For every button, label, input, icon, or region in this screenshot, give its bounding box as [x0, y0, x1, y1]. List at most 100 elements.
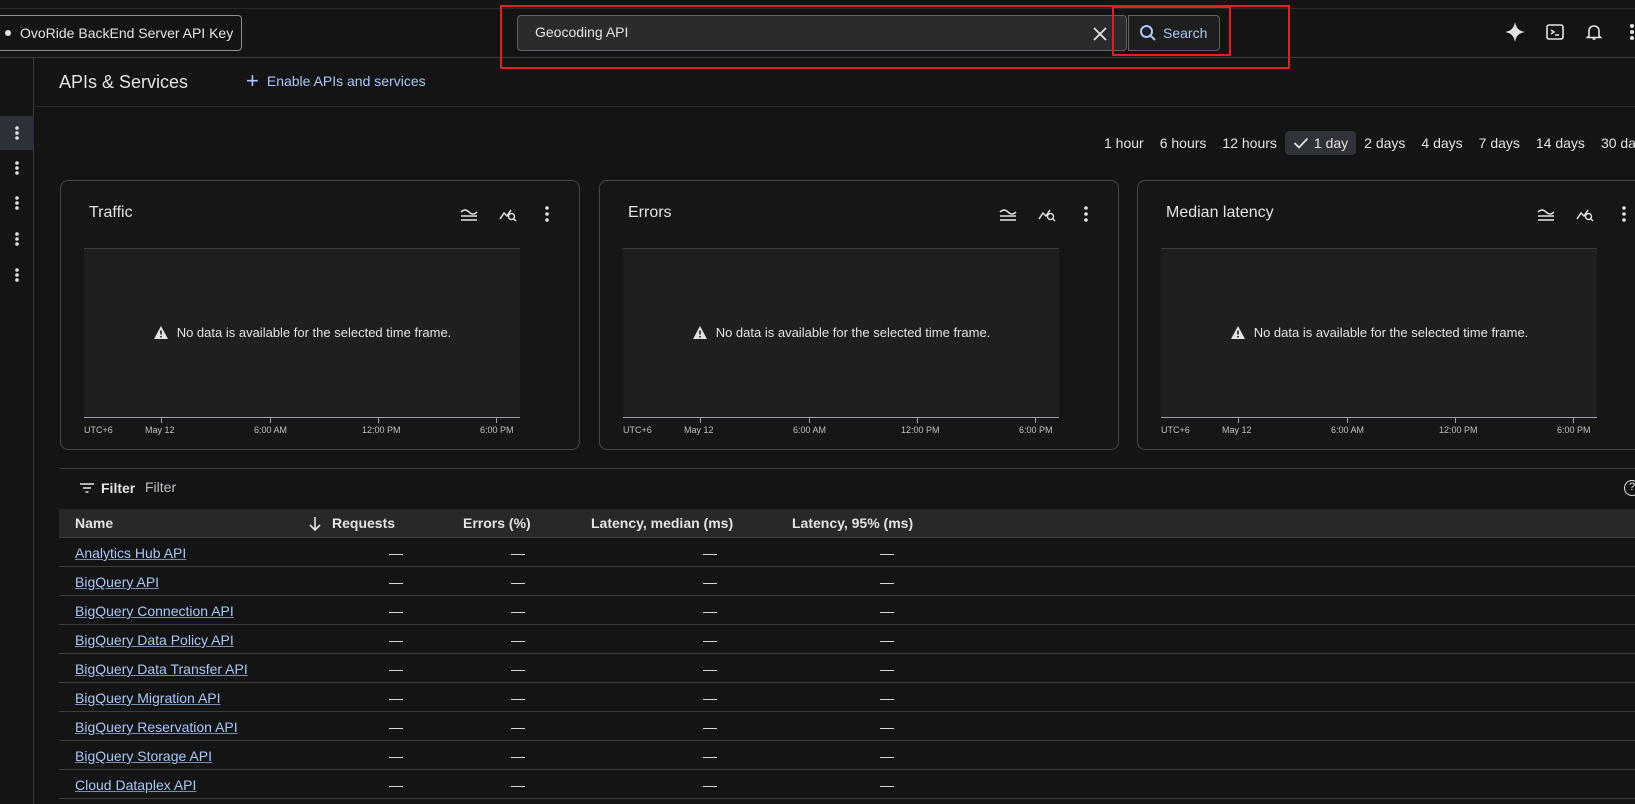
axis-label: 12:00 PM — [362, 425, 401, 435]
api-name-text[interactable]: BigQuery Data Policy API — [75, 632, 234, 648]
api-name-text[interactable]: BigQuery Reservation API — [75, 719, 238, 735]
range-14-days[interactable]: 14 days — [1528, 131, 1593, 155]
more-vert-icon[interactable] — [1613, 203, 1635, 225]
errors-value: — — [511, 632, 525, 648]
api-table: Name Requests Errors (%) Latency, median… — [59, 509, 1635, 799]
chart-plot-area: No data is available for the selected ti… — [623, 248, 1059, 418]
api-name-text[interactable]: Cloud Dataplex API — [75, 777, 196, 793]
filter-input[interactable]: Filter — [145, 479, 176, 495]
no-data-message: No data is available for the selected ti… — [623, 325, 1059, 340]
errors-value: — — [511, 777, 525, 793]
latency-95-value: — — [880, 777, 894, 793]
range-12-hours[interactable]: 12 hours — [1214, 131, 1284, 155]
more-vert-icon[interactable] — [536, 203, 558, 225]
axis-label: 6:00 AM — [1331, 425, 1365, 435]
table-row: BigQuery Data Policy API — — — — — [59, 625, 1635, 654]
errors-value: — — [511, 574, 525, 590]
more-vert-icon — [15, 126, 19, 140]
rail-item-3[interactable] — [0, 186, 34, 220]
arrow-down-icon[interactable] — [308, 516, 322, 532]
col-name[interactable]: Name — [75, 515, 113, 531]
api-name-text[interactable]: BigQuery Migration API — [75, 690, 221, 706]
requests-value: — — [389, 632, 403, 648]
help-icon[interactable]: ? — [1624, 480, 1635, 496]
time-range-selector: 1 hour 6 hours 12 hours 1 day 2 days 4 d… — [1096, 131, 1635, 155]
filter-button[interactable]: Filter — [79, 480, 135, 496]
legend-toggle-icon[interactable] — [458, 203, 480, 225]
api-name-link[interactable]: BigQuery Connection API — [75, 603, 234, 619]
axis-tick — [700, 418, 701, 423]
legend-toggle-icon[interactable] — [997, 203, 1019, 225]
more-vert-icon — [15, 161, 19, 175]
axis-label: 6:00 PM — [1557, 425, 1591, 435]
api-name-link[interactable]: BigQuery Migration API — [75, 690, 221, 706]
api-name-link[interactable]: BigQuery Storage API — [75, 748, 212, 764]
range-1-hour[interactable]: 1 hour — [1096, 131, 1152, 155]
api-name-link[interactable]: BigQuery Reservation API — [75, 719, 238, 735]
api-name-link[interactable]: BigQuery Data Policy API — [75, 632, 234, 648]
api-name-link[interactable]: BigQuery API — [75, 574, 159, 590]
latency-median-value: — — [703, 603, 717, 619]
explore-chart-icon[interactable] — [497, 203, 519, 225]
notifications-icon[interactable] — [1582, 20, 1606, 44]
rail-item-5[interactable] — [0, 258, 34, 292]
enable-apis-label: Enable APIs and services — [266, 73, 426, 89]
latency-95-value: — — [880, 748, 894, 764]
cloud-shell-icon[interactable] — [1543, 20, 1567, 44]
api-name-text[interactable]: BigQuery Storage API — [75, 748, 212, 764]
axis-tick — [1238, 418, 1239, 423]
more-vert-icon[interactable] — [1620, 20, 1635, 44]
errors-value: — — [511, 719, 525, 735]
api-name-text[interactable]: BigQuery API — [75, 574, 159, 590]
rail-item-4[interactable] — [0, 222, 34, 256]
rail-item-2[interactable] — [0, 151, 34, 185]
chart-plot-area: No data is available for the selected ti… — [1161, 248, 1597, 418]
range-6-hours[interactable]: 6 hours — [1152, 131, 1215, 155]
add-icon: + — [246, 68, 259, 93]
range-4-days[interactable]: 4 days — [1413, 131, 1470, 155]
rail-item-1[interactable] — [0, 116, 34, 150]
axis-tick — [1455, 418, 1456, 423]
range-7-days[interactable]: 7 days — [1471, 131, 1528, 155]
col-latency-95[interactable]: Latency, 95% (ms) — [792, 515, 913, 531]
latency-95-value: — — [880, 719, 894, 735]
latency-median-value: — — [703, 777, 717, 793]
col-errors[interactable]: Errors (%) — [463, 515, 531, 531]
table-header: Name Requests Errors (%) Latency, median… — [59, 509, 1635, 538]
axis-label: UTC+6 — [84, 425, 113, 435]
legend-toggle-icon[interactable] — [1535, 203, 1557, 225]
latency-median-value: — — [703, 574, 717, 590]
explore-chart-icon[interactable] — [1574, 203, 1596, 225]
latency-95-value: — — [880, 574, 894, 590]
latency-median-value: — — [703, 719, 717, 735]
chart-card-2: Median latency No data is available for … — [1137, 180, 1635, 450]
range-2-days[interactable]: 2 days — [1356, 131, 1413, 155]
col-requests[interactable]: Requests — [332, 515, 395, 531]
requests-value: — — [389, 748, 403, 764]
axis-tick — [496, 418, 497, 423]
left-nav-rail — [0, 58, 34, 804]
api-name-link[interactable]: Analytics Hub API — [75, 545, 186, 561]
axis-tick — [809, 418, 810, 423]
project-icon — [5, 30, 11, 36]
table-row: BigQuery Data Transfer API — — — — — [59, 654, 1635, 683]
axis-tick — [917, 418, 918, 423]
axis-label: 6:00 PM — [480, 425, 514, 435]
api-name-text[interactable]: BigQuery Data Transfer API — [75, 661, 248, 677]
project-selector-button[interactable]: OvoRide BackEnd Server API Key — [0, 15, 242, 51]
api-name-text[interactable]: Analytics Hub API — [75, 545, 186, 561]
more-vert-icon[interactable] — [1075, 203, 1097, 225]
range-1-day[interactable]: 1 day — [1284, 131, 1357, 155]
check-icon — [1293, 137, 1309, 149]
api-name-text[interactable]: BigQuery Connection API — [75, 603, 234, 619]
enable-apis-button[interactable]: + Enable APIs and services — [246, 68, 426, 93]
no-data-text: No data is available for the selected ti… — [1253, 325, 1529, 340]
range-30-days[interactable]: 30 da — [1593, 131, 1635, 155]
explore-chart-icon[interactable] — [1036, 203, 1058, 225]
api-name-link[interactable]: Cloud Dataplex API — [75, 777, 196, 793]
gemini-icon[interactable] — [1503, 20, 1527, 44]
errors-value: — — [511, 603, 525, 619]
col-latency-median[interactable]: Latency, median (ms) — [591, 515, 733, 531]
api-name-link[interactable]: BigQuery Data Transfer API — [75, 661, 248, 677]
errors-value: — — [511, 661, 525, 677]
